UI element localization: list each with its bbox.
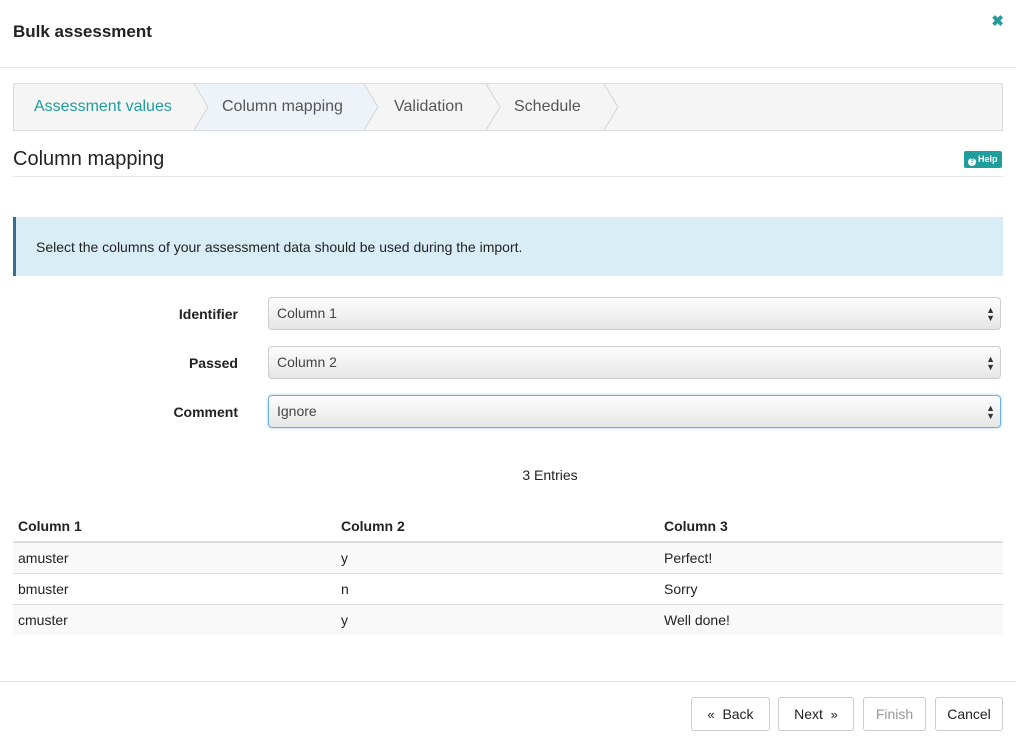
select-arrows-icon: ▲ ▼ — [986, 305, 995, 323]
info-message-box: Select the columns of your assessment da… — [13, 217, 1003, 276]
comment-select[interactable]: Ignore ▲ ▼ — [268, 395, 1001, 428]
wizard-step-label: Column mapping — [222, 98, 343, 115]
table-header-cell: Column 1 — [13, 510, 336, 543]
entries-count: 3 Entries — [522, 467, 578, 483]
table-row: bmuster n Sorry — [13, 573, 1003, 605]
identifier-select[interactable]: Column 1 ▲ ▼ — [268, 297, 1001, 330]
table-header-cell: Column 2 — [336, 510, 659, 543]
table-header-cell: Column 3 — [659, 510, 1003, 543]
wizard-step-label: Validation — [394, 98, 464, 115]
back-button[interactable]: « Back — [691, 697, 770, 731]
dialog-title: Bulk assessment — [13, 22, 152, 41]
table-cell: amuster — [13, 541, 336, 574]
select-arrows-icon: ▲ ▼ — [986, 403, 995, 421]
table-header-row: Column 1 Column 2 Column 3 — [13, 510, 1003, 543]
section-title: Column mapping — [13, 148, 165, 170]
table-cell: Well done! — [659, 604, 1003, 635]
wizard-step-label: Assessment values — [34, 98, 172, 115]
help-button[interactable]: ? Help — [964, 151, 1002, 168]
question-icon: ? — [968, 158, 976, 166]
wizard-step-schedule[interactable]: Schedule — [514, 84, 581, 130]
help-label: Help — [978, 154, 998, 164]
passed-select-value: Column 2 — [277, 354, 337, 370]
next-button[interactable]: Next » — [778, 697, 854, 731]
double-chevron-right-icon: » — [830, 707, 838, 722]
identifier-label: Identifier — [178, 306, 238, 322]
double-chevron-left-icon: « — [707, 707, 715, 722]
next-button-label: Next — [794, 706, 823, 722]
passed-select[interactable]: Column 2 ▲ ▼ — [268, 346, 1001, 379]
wizard-step-label: Schedule — [514, 98, 581, 115]
finish-button[interactable]: Finish — [863, 697, 926, 731]
comment-label: Comment — [173, 404, 238, 420]
comment-select-value: Ignore — [277, 403, 317, 419]
table-cell: n — [336, 573, 659, 605]
preview-table: Column 1 Column 2 Column 3 amuster y Per… — [13, 510, 1003, 635]
table-cell: Perfect! — [659, 541, 1003, 574]
finish-button-label: Finish — [875, 706, 914, 722]
table-cell: bmuster — [13, 573, 336, 605]
table-cell: y — [336, 541, 659, 574]
footer-divider — [0, 681, 1016, 682]
table-row: cmuster y Well done! — [13, 604, 1003, 635]
wizard-step-column-mapping[interactable]: Column mapping — [222, 84, 343, 130]
identifier-select-value: Column 1 — [277, 305, 337, 321]
info-message-text: Select the columns of your assessment da… — [36, 239, 523, 255]
back-button-label: Back — [722, 706, 754, 722]
cancel-button[interactable]: Cancel — [935, 697, 1003, 731]
table-row: amuster y Perfect! — [13, 541, 1003, 574]
close-icon[interactable]: ✖ — [991, 14, 1004, 30]
wizard-step-assessment-values[interactable]: Assessment values — [34, 84, 172, 130]
select-arrows-icon: ▲ ▼ — [986, 354, 995, 372]
table-cell: y — [336, 604, 659, 635]
section-divider — [13, 176, 1003, 177]
dialog-header: Bulk assessment ✖ — [0, 0, 1016, 68]
passed-label: Passed — [188, 355, 238, 371]
wizard-steps: Assessment values Column mapping Validat… — [13, 83, 1003, 131]
wizard-step-validation[interactable]: Validation — [394, 84, 463, 130]
table-cell: Sorry — [659, 573, 1003, 605]
cancel-button-label: Cancel — [947, 706, 991, 722]
table-cell: cmuster — [13, 604, 336, 635]
